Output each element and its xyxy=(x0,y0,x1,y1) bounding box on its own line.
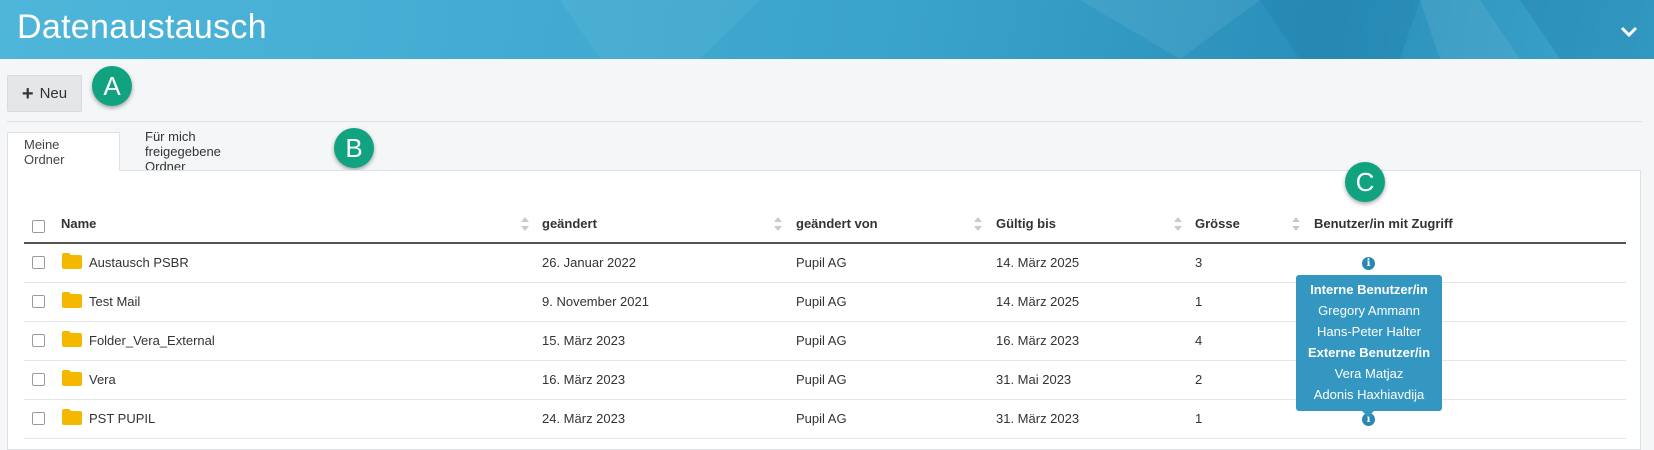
valid-until: 14. März 2025 xyxy=(996,294,1080,309)
tooltip-user: Hans-Peter Halter xyxy=(1316,324,1422,339)
sort-icon[interactable] xyxy=(1292,216,1300,232)
size: 1 xyxy=(1195,411,1203,426)
valid-until: 16. März 2023 xyxy=(996,333,1080,348)
changed-by: Pupil AG xyxy=(796,294,847,309)
tab-freigegebene-ordner[interactable]: Für mich freigegebene Ordner xyxy=(129,129,237,174)
changed-by: Pupil AG xyxy=(796,411,847,426)
valid-until: 31. Mai 2023 xyxy=(996,372,1072,387)
changed-date: 15. März 2023 xyxy=(542,333,626,348)
changed-date: 9. November 2021 xyxy=(542,294,649,309)
size: 4 xyxy=(1195,333,1203,348)
annotation-badge-b: B xyxy=(334,128,374,168)
tooltip-user: Gregory Ammann xyxy=(1318,303,1420,318)
folder-icon xyxy=(62,331,82,347)
folder-icon xyxy=(62,370,82,386)
folder-name[interactable]: Test Mail xyxy=(89,294,140,309)
valid-until: 31. März 2023 xyxy=(996,411,1080,426)
column-header-changed[interactable]: geändert xyxy=(542,216,597,231)
sort-icon[interactable] xyxy=(1174,216,1182,232)
plus-icon: + xyxy=(21,82,34,105)
tooltip-internal-header: Interne Benutzer/in xyxy=(1310,282,1428,297)
folder-name[interactable]: Austausch PSBR xyxy=(89,255,189,270)
select-all-checkbox[interactable] xyxy=(32,220,45,233)
app-header: Datenaustausch xyxy=(0,0,1654,59)
folder-name[interactable]: Folder_Vera_External xyxy=(89,333,215,348)
new-button-label: Neu xyxy=(39,85,68,102)
table-header: Name geändert geändert von Gültig bis Gr… xyxy=(24,210,1626,244)
annotation-badge-c: C xyxy=(1345,162,1385,202)
column-header-valid-until[interactable]: Gültig bis xyxy=(996,216,1056,231)
size: 3 xyxy=(1195,255,1203,270)
changed-by: Pupil AG xyxy=(796,333,847,348)
folder-icon xyxy=(62,409,82,425)
changed-date: 16. März 2023 xyxy=(542,372,626,387)
column-header-name[interactable]: Name xyxy=(61,216,96,231)
size: 2 xyxy=(1195,372,1203,387)
chevron-down-icon[interactable] xyxy=(1618,20,1640,42)
folder-name[interactable]: Vera xyxy=(89,372,116,387)
row-checkbox[interactable] xyxy=(32,256,45,269)
new-button[interactable]: + Neu xyxy=(7,75,82,112)
column-header-changed-by[interactable]: geändert von xyxy=(796,216,878,231)
annotation-badge-a: A xyxy=(92,66,132,106)
tab-meine-ordner[interactable]: Meine Ordner xyxy=(7,132,120,171)
tooltip-user: Vera Matjaz xyxy=(1334,366,1404,381)
column-header-size[interactable]: Grösse xyxy=(1195,216,1240,231)
row-checkbox[interactable] xyxy=(32,412,45,425)
row-checkbox[interactable] xyxy=(32,334,45,347)
tooltip-user: Adonis Haxhiavdija xyxy=(1313,387,1425,402)
changed-date: 26. Januar 2022 xyxy=(542,255,636,270)
row-checkbox[interactable] xyxy=(32,373,45,386)
users-tooltip: Interne Benutzer/in Gregory Ammann Hans-… xyxy=(1296,275,1442,417)
folder-icon xyxy=(62,253,82,269)
sort-icon[interactable] xyxy=(521,216,529,232)
folder-icon xyxy=(62,292,82,308)
changed-date: 24. März 2023 xyxy=(542,411,626,426)
page-title: Datenaustausch xyxy=(17,8,267,46)
changed-by: Pupil AG xyxy=(796,255,847,270)
changed-by: Pupil AG xyxy=(796,372,847,387)
sort-icon[interactable] xyxy=(774,216,782,232)
tooltip-external-header: Externe Benutzer/in xyxy=(1307,345,1431,360)
divider xyxy=(7,121,1642,122)
tooltip-caret xyxy=(1362,411,1374,417)
column-header-users-with-access: Benutzer/in mit Zugriff xyxy=(1314,216,1453,231)
row-checkbox[interactable] xyxy=(32,295,45,308)
sort-icon[interactable] xyxy=(974,216,982,232)
valid-until: 14. März 2025 xyxy=(996,255,1080,270)
folder-name[interactable]: PST PUPIL xyxy=(89,411,155,426)
size: 1 xyxy=(1195,294,1203,309)
info-icon[interactable]: i xyxy=(1362,257,1375,270)
